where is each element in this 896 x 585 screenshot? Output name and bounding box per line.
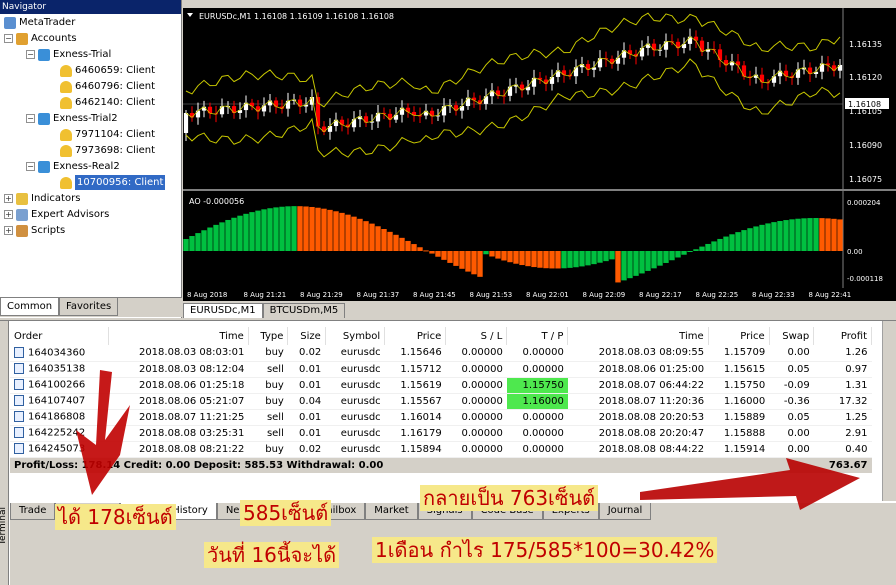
annotation-became: กลายเป็น 763เซ็นต์: [420, 485, 599, 511]
annotation-day: วันที่ 16นี้จะได้: [204, 542, 340, 568]
arrow-right: [640, 458, 860, 510]
arrow-left: [76, 370, 130, 495]
annotation-month: 1เดือน กำไร 175/585*100=30.42%: [372, 537, 718, 563]
annotation-got: ได้ 178เซ็นต์: [55, 504, 176, 530]
annotation-deposit: 585เซ็นต์: [240, 500, 332, 526]
